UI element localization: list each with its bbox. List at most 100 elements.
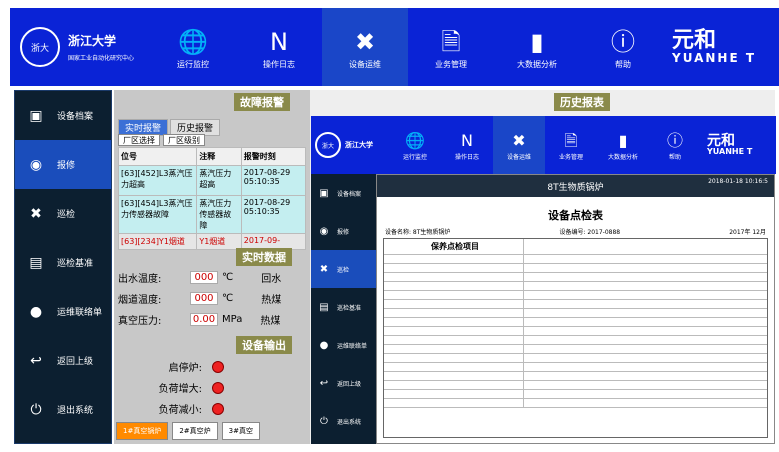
rt-label: 出水温度: (118, 273, 162, 285)
sidebar-item-label: 巡检 (57, 210, 76, 220)
rt-right-label: 热煤 (261, 294, 282, 306)
realtime-row: 烟道温度: 000 ℃ 热煤 (118, 289, 281, 307)
nav-log[interactable]: N 操作日志 (441, 116, 493, 174)
alarm-note: Y1烟道 (196, 233, 242, 250)
company-name-cn: 元和 (707, 133, 735, 149)
sidebar-item-repair[interactable]: ◉ 报修 (15, 140, 111, 189)
sidebar-item-label: 运维联络单 (337, 342, 368, 350)
brand: 浙大 浙江大学 国家工业自动化研究中心 (10, 27, 150, 67)
nav-log[interactable]: N 操作日志 (236, 8, 322, 86)
rt-label: 烟道温度: (118, 294, 162, 306)
sidebar-item-label: 设备档案 (57, 112, 94, 122)
nav-label: 运行监控 (402, 153, 427, 161)
sidebar-item-back[interactable]: ↩ 返回上级 (311, 364, 376, 402)
grid-item-column: 保养点检项目 (384, 239, 524, 254)
sidebar-item-label: 返回上级 (337, 380, 362, 388)
sidebar-item-label: 巡检基准 (57, 259, 94, 269)
left-sidebar: ▣ 设备档案 ◉ 报修 ✖ 巡检 ▤ 巡检基准 ● 运维联络单 ↩ 返回上级 ⏻ 退出系统 (14, 90, 112, 444)
notebook-icon: N (270, 27, 288, 56)
boiler-3-button[interactable]: 3#真空 (221, 422, 260, 440)
sidebar-item-standard[interactable]: ▤ 巡检基准 (15, 238, 111, 287)
nav-label: 帮助 (668, 153, 681, 161)
sidebar-item-exit[interactable]: ⏻ 退出系统 (15, 385, 111, 434)
document-title: 设备点检表 (548, 209, 603, 222)
company-name-en: YUANHE T (707, 147, 753, 156)
nav-bigdata[interactable]: ▮ 大数据分析 (597, 116, 649, 174)
area-select[interactable]: 厂区选择 (118, 134, 160, 146)
document-search-icon: 🗎 (564, 130, 578, 150)
sidebar-item-inspection[interactable]: ✖ 巡检 (311, 250, 376, 288)
nav-label: 业务管理 (558, 153, 583, 161)
alarm-tag: [63][454]L3蒸汽压力传感器故障 (117, 195, 198, 234)
nav-help[interactable]: ⓘ 帮助 (580, 8, 666, 86)
sidebar-item-repair[interactable]: ◉ 报修 (311, 212, 376, 250)
university-logo: 浙大 (315, 132, 341, 158)
output-title: 设备输出 (236, 336, 292, 354)
output-row: 负荷增大: (144, 380, 224, 395)
nav-maintenance[interactable]: ✖ 设备运维 (493, 116, 545, 174)
archive-icon: ▣ (29, 107, 43, 124)
globe-icon: 🌐 (405, 130, 425, 150)
output-row: 负荷减小: (144, 401, 224, 416)
notebook-icon: N (461, 130, 473, 150)
level-select[interactable]: 厂区级别 (163, 134, 205, 146)
archive-icon: ▣ (319, 187, 329, 199)
sidebar-item-inspection[interactable]: ✖ 巡检 (15, 189, 111, 238)
nav-label: 运行监控 (177, 59, 209, 69)
info-icon: ⓘ (611, 27, 635, 56)
nav-label: 帮助 (615, 59, 631, 69)
nav-monitor[interactable]: 🌐 运行监控 (150, 8, 236, 86)
nav-maintenance[interactable]: ✖ 设备运维 (322, 8, 408, 86)
grid-row (384, 345, 767, 354)
alarm-time: 2017-08-29 05:10:35 (240, 195, 307, 234)
grid-row (384, 291, 767, 300)
alarm-tag: [63][452]L3蒸汽压力超高 (117, 165, 198, 196)
fault-title: 故障报警 (234, 93, 290, 111)
rt-right-label: 回水 (261, 273, 282, 285)
bar-chart-icon: ▮ (530, 27, 544, 56)
nav-monitor[interactable]: 🌐 运行监控 (389, 116, 441, 174)
nav-label: 设备运维 (506, 153, 531, 161)
tools-icon: ✖ (354, 27, 376, 56)
nav-help[interactable]: ⓘ 帮助 (649, 116, 701, 174)
table-row[interactable]: [63][454]L3蒸汽压力传感器故障 蒸汽压力传感器故障 2017-08-2… (117, 195, 307, 234)
output-label: 启停炉: (168, 363, 202, 374)
table-row[interactable]: [63][452]L3蒸汽压力超高 蒸汽压力超高 2017-08-29 05:1… (117, 165, 307, 196)
boiler-1-button[interactable]: 1#真空锅炉 (116, 422, 169, 440)
contact-icon: ● (29, 303, 43, 320)
alarm-time: 2017-08-29 05:10:35 (240, 165, 307, 196)
grid-row (384, 336, 767, 345)
sidebar-item-archive[interactable]: ▣ 设备档案 (15, 91, 111, 140)
power-icon: ⏻ (30, 401, 42, 418)
inspection-document: 8T生物质锅炉 2018-01-18 10:16:5 设备点检表 设备名称: 8… (376, 174, 775, 444)
grid-row (384, 282, 767, 291)
alarm-note: 蒸汽压力超高 (196, 165, 242, 196)
grid-row (384, 255, 767, 264)
company-name-en: YUANHE T (672, 51, 756, 65)
sidebar-item-label: 报修 (57, 161, 76, 171)
boiler-2-button[interactable]: 2#真空炉 (172, 422, 218, 440)
nav-bigdata[interactable]: ▮ 大数据分析 (494, 8, 580, 86)
rt-value: 000 (190, 291, 218, 305)
sidebar-item-standard[interactable]: ▤ 巡检基准 (311, 288, 376, 326)
contact-icon: ● (319, 339, 329, 351)
tools-icon: ✖ (512, 130, 526, 150)
sidebar-item-back[interactable]: ↩ 返回上级 (15, 336, 111, 385)
school-name: 浙江大学 (68, 34, 117, 48)
nav-business[interactable]: 🗎 业务管理 (408, 8, 494, 86)
meta-month: 2017年 12月 (729, 229, 766, 236)
rt-unit: MPa (222, 313, 243, 325)
output-row: 启停炉: (144, 359, 224, 374)
sidebar-item-contact[interactable]: ● 运维联络单 (311, 326, 376, 364)
nav-business[interactable]: 🗎 业务管理 (545, 116, 597, 174)
meta-device-id: 设备编号: 2017-0888 (559, 229, 621, 236)
standard-icon: ▤ (29, 254, 43, 271)
grid-row (384, 399, 767, 408)
history-top-bar: 浙大 浙江大学 🌐 运行监控 N 操作日志 ✖ 设备运维 🗎 业务管理 ▮ 大数据分析 ⓘ… (311, 116, 776, 174)
grid-row (384, 381, 767, 390)
back-icon: ↩ (319, 377, 329, 389)
repair-icon: ◉ (319, 225, 329, 237)
sidebar-item-contact[interactable]: ● 运维联络单 (15, 287, 111, 336)
sidebar-item-exit[interactable]: ⏻ 退出系统 (311, 402, 376, 440)
sidebar-item-archive[interactable]: ▣ 设备档案 (311, 174, 376, 212)
